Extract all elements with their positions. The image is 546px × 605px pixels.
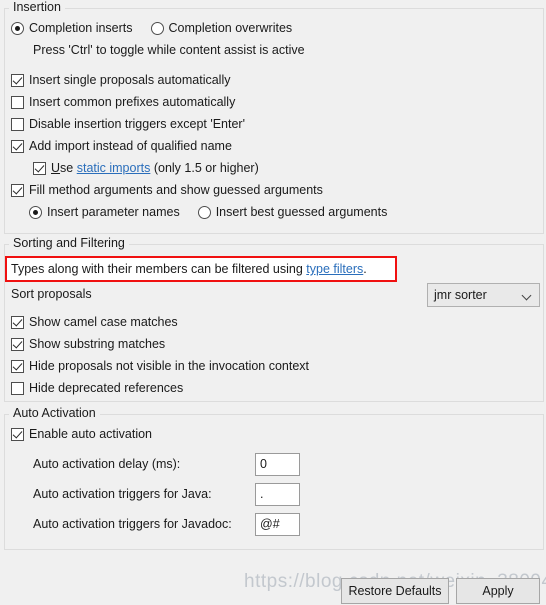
checkbox-hide-deprecated-references[interactable] bbox=[11, 381, 24, 395]
completion-mode-radio-row: Completion inserts Completion overwrites bbox=[5, 17, 543, 39]
notice-prefix: Types along with their members can be fi… bbox=[11, 262, 307, 276]
sort-proposals-selected-value: jmr sorter bbox=[434, 288, 487, 302]
checkbox-row-hide-not-visible[interactable]: Hide proposals not visible in the invoca… bbox=[5, 355, 543, 377]
input-auto-activation-delay[interactable]: 0 bbox=[255, 452, 300, 476]
auto-activation-java-row: Auto activation triggers for Java: . bbox=[5, 479, 543, 509]
label-show-substring-matches: Show substring matches bbox=[29, 337, 166, 351]
checkbox-show-substring-matches[interactable] bbox=[11, 337, 24, 351]
label-show-camel-case-matches: Show camel case matches bbox=[29, 315, 178, 329]
chevron-down-icon bbox=[522, 290, 533, 301]
group-border-segment-right bbox=[64, 8, 543, 9]
type-filters-notice-highlight: Types along with their members can be fi… bbox=[5, 256, 397, 282]
checkbox-use-static-imports[interactable] bbox=[33, 161, 46, 175]
auto-activation-delay-row: Auto activation delay (ms): 0 bbox=[5, 449, 543, 479]
group-border-segment-right bbox=[128, 244, 543, 245]
label-static-imports-suffix: (only 1.5 or higher) bbox=[153, 161, 259, 175]
restore-defaults-button[interactable]: Restore Defaults bbox=[341, 578, 449, 604]
group-auto-activation: Auto Activation Enable auto activation A… bbox=[4, 407, 544, 550]
label-insert-best-guessed-arguments: Insert best guessed arguments bbox=[215, 205, 388, 219]
group-insertion-body: Completion inserts Completion overwrites… bbox=[5, 8, 543, 223]
type-filters-notice-text: Types along with their members can be fi… bbox=[11, 262, 367, 276]
checkbox-row-show-camel-case[interactable]: Show camel case matches bbox=[5, 311, 543, 333]
checkbox-row-show-substring[interactable]: Show substring matches bbox=[5, 333, 543, 355]
label-sort-proposals: Sort proposals bbox=[11, 287, 92, 301]
label-hide-proposals-not-visible: Hide proposals not visible in the invoca… bbox=[29, 359, 310, 373]
label-use-static-imports: Use static imports (only 1.5 or higher) bbox=[51, 161, 259, 175]
checkbox-add-import[interactable] bbox=[11, 139, 24, 153]
label-fill-method-arguments: Fill method arguments and show guessed a… bbox=[29, 183, 323, 197]
label-auto-activation-triggers-java: Auto activation triggers for Java: bbox=[33, 487, 212, 501]
radio-insert-best-guessed-arguments[interactable] bbox=[197, 205, 211, 219]
label-hide-deprecated-references: Hide deprecated references bbox=[29, 381, 184, 395]
group-border-segment-right bbox=[99, 414, 543, 415]
label-enable-auto-activation: Enable auto activation bbox=[29, 427, 153, 441]
apply-button[interactable]: Apply bbox=[456, 578, 540, 604]
link-static-imports[interactable]: static imports bbox=[77, 161, 151, 175]
label-auto-activation-delay: Auto activation delay (ms): bbox=[33, 457, 181, 471]
input-auto-activation-triggers-javadoc[interactable]: @# bbox=[255, 512, 300, 536]
checkbox-disable-insertion-triggers[interactable] bbox=[11, 117, 24, 131]
checkbox-row-disable-insertion-triggers[interactable]: Disable insertion triggers except 'Enter… bbox=[5, 113, 543, 135]
label-auto-activation-triggers-javadoc: Auto activation triggers for Javadoc: bbox=[33, 517, 232, 531]
label-completion-overwrites: Completion overwrites bbox=[168, 21, 293, 35]
link-type-filters[interactable]: type filters bbox=[306, 262, 363, 276]
checkbox-hide-proposals-not-visible[interactable] bbox=[11, 359, 24, 373]
label-insert-parameter-names: Insert parameter names bbox=[47, 205, 180, 219]
checkbox-row-use-static-imports[interactable]: Use static imports (only 1.5 or higher) bbox=[5, 157, 543, 179]
auto-activation-javadoc-row: Auto activation triggers for Javadoc: @# bbox=[5, 509, 543, 539]
group-sorting-header: Sorting and Filtering bbox=[5, 237, 543, 250]
ctrl-toggle-note: Press 'Ctrl' to toggle while content ass… bbox=[33, 43, 305, 57]
label-insert-single-proposals: Insert single proposals automatically bbox=[29, 73, 231, 87]
group-auto-activation-title: Auto Activation bbox=[9, 407, 100, 420]
restore-defaults-button-label: Restore Defaults bbox=[348, 584, 442, 598]
label-insert-common-prefixes: Insert common prefixes automatically bbox=[29, 95, 236, 109]
label-add-import: Add import instead of qualified name bbox=[29, 139, 232, 153]
group-auto-activation-header: Auto Activation bbox=[5, 407, 543, 420]
checkbox-row-enable-auto-activation[interactable]: Enable auto activation bbox=[5, 423, 543, 445]
radio-completion-overwrites[interactable] bbox=[150, 21, 164, 35]
group-insertion-header: Insertion bbox=[5, 1, 543, 14]
checkbox-enable-auto-activation[interactable] bbox=[11, 427, 24, 441]
label-completion-inserts: Completion inserts bbox=[29, 21, 133, 35]
radio-insert-parameter-names[interactable] bbox=[29, 205, 42, 219]
radio-completion-inserts[interactable] bbox=[11, 21, 24, 35]
argument-mode-radio-row: Insert parameter names Insert best guess… bbox=[5, 201, 543, 223]
checkbox-row-insert-common-prefixes[interactable]: Insert common prefixes automatically bbox=[5, 91, 543, 113]
checkbox-insert-common-prefixes[interactable] bbox=[11, 95, 24, 109]
group-auto-activation-body: Enable auto activation Auto activation d… bbox=[5, 414, 543, 539]
checkbox-fill-method-arguments[interactable] bbox=[11, 183, 24, 197]
group-insertion-title: Insertion bbox=[9, 1, 65, 14]
checkbox-row-hide-deprecated[interactable]: Hide deprecated references bbox=[5, 377, 543, 399]
group-insertion: Insertion Completion inserts Completion … bbox=[4, 1, 544, 234]
label-use-mnemonic: U bbox=[51, 161, 61, 175]
apply-button-label: Apply bbox=[482, 584, 514, 598]
label-use-rest: se bbox=[60, 161, 74, 175]
notice-suffix: . bbox=[363, 262, 367, 276]
checkbox-row-insert-single-proposals[interactable]: Insert single proposals automatically bbox=[5, 69, 543, 91]
group-sorting-title: Sorting and Filtering bbox=[9, 237, 129, 250]
input-auto-activation-triggers-java[interactable]: . bbox=[255, 482, 300, 506]
checkbox-show-camel-case-matches[interactable] bbox=[11, 315, 24, 329]
label-disable-insertion-triggers: Disable insertion triggers except 'Enter… bbox=[29, 117, 245, 131]
checkbox-row-fill-method-arguments[interactable]: Fill method arguments and show guessed a… bbox=[5, 179, 543, 201]
sort-proposals-combobox[interactable]: jmr sorter bbox=[427, 283, 540, 307]
checkbox-row-add-import[interactable]: Add import instead of qualified name bbox=[5, 135, 543, 157]
checkbox-insert-single-proposals[interactable] bbox=[11, 73, 24, 87]
